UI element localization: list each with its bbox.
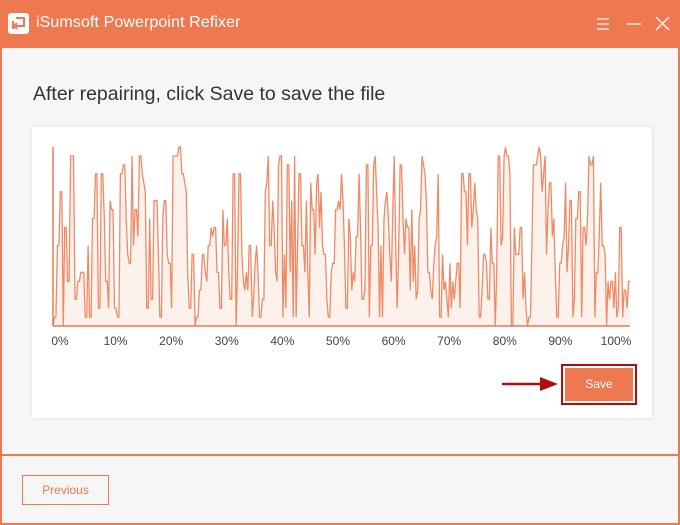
previous-button[interactable]: Previous bbox=[22, 475, 109, 505]
x-tick-label: 100% bbox=[601, 334, 632, 348]
repair-waveform-chart: 0% 10% 20% 30% 40% 50% 60% 70% 80% 90% 100% bbox=[51, 146, 632, 348]
x-tick-label: 90% bbox=[548, 334, 572, 348]
save-button[interactable]: Save bbox=[565, 368, 633, 401]
x-tick-label: 20% bbox=[159, 334, 183, 348]
pointer-arrow-icon bbox=[502, 377, 558, 391]
x-tick-label: 80% bbox=[493, 334, 517, 348]
x-tick-label: 10% bbox=[104, 334, 128, 348]
plot-area bbox=[52, 146, 630, 327]
app-logo-icon bbox=[8, 13, 29, 34]
close-icon bbox=[655, 16, 670, 31]
x-tick-label: 70% bbox=[437, 334, 461, 348]
x-tick-label: 0% bbox=[51, 334, 69, 348]
menu-button[interactable] bbox=[591, 12, 615, 36]
title-bar: iSumsoft Powerpoint Refixer bbox=[2, 0, 680, 48]
x-tick-label: 50% bbox=[326, 334, 350, 348]
x-tick-label: 30% bbox=[215, 334, 239, 348]
x-axis-ticks: 0% 10% 20% 30% 40% 50% 60% 70% 80% 90% 100% bbox=[51, 334, 631, 348]
x-tick-label: 60% bbox=[382, 334, 406, 348]
close-button[interactable] bbox=[651, 12, 675, 36]
x-tick-label: 40% bbox=[270, 334, 294, 348]
footer-divider bbox=[2, 454, 680, 456]
minimize-icon bbox=[627, 23, 641, 25]
app-title: iSumsoft Powerpoint Refixer bbox=[36, 14, 241, 31]
page-heading: After repairing, click Save to save the … bbox=[33, 83, 386, 105]
app-window: iSumsoft Powerpoint Refixer After repair… bbox=[0, 0, 680, 525]
minimize-button[interactable] bbox=[622, 12, 646, 36]
menu-icon bbox=[597, 18, 609, 30]
